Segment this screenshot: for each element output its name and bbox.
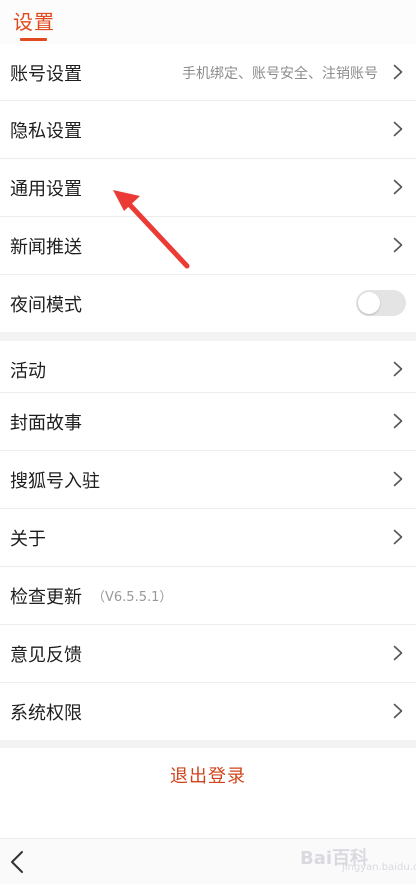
settings-item-label: 活动 (10, 360, 46, 382)
settings-item-general[interactable]: 通用设置 (0, 159, 416, 216)
settings-item-label: 隐私设置 (10, 120, 82, 142)
settings-item-label: 新闻推送 (10, 236, 82, 258)
settings-item-label: 意见反馈 (10, 644, 82, 666)
version-label: （V6.5.5.1） (92, 590, 173, 605)
chevron-right-icon (393, 64, 403, 80)
settings-item-sohu-account[interactable]: 搜狐号入驻 (0, 451, 416, 508)
section-separator (0, 332, 416, 341)
settings-item-label: 通用设置 (10, 178, 82, 200)
settings-item-label: 搜狐号入驻 (10, 470, 100, 492)
baidu-watermark: Bai百科 jingyan.baidu.com (300, 838, 416, 878)
chevron-right-icon (393, 121, 403, 137)
chevron-right-icon (393, 471, 403, 487)
settings-item-about[interactable]: 关于 (0, 509, 416, 566)
back-arrow-icon[interactable] (9, 850, 25, 874)
settings-item-label: 账号设置 (10, 63, 82, 85)
settings-item-night-mode: 夜间模式 (0, 275, 416, 332)
chevron-right-icon (393, 413, 403, 429)
settings-item-label: 关于 (10, 528, 46, 550)
settings-item-label: 封面故事 (10, 412, 82, 434)
settings-item-feedback[interactable]: 意见反馈 (0, 625, 416, 682)
chevron-right-icon (393, 237, 403, 253)
chevron-right-icon (393, 645, 403, 661)
header: 设置 (0, 0, 416, 44)
watermark-url: jingyan.baidu.com (342, 862, 416, 873)
night-mode-toggle[interactable] (356, 290, 406, 316)
tab-settings[interactable]: 设置 (13, 6, 55, 35)
settings-item-label: 系统权限 (10, 702, 82, 724)
settings-item-activity[interactable]: 活动 (0, 341, 416, 398)
chevron-right-icon (393, 529, 403, 545)
tab-indicator (20, 38, 47, 41)
logout-label: 退出登录 (170, 766, 246, 787)
chevron-right-icon (393, 179, 403, 195)
settings-item-description: 手机绑定、账号安全、注销账号 (182, 65, 378, 82)
settings-item-news-push[interactable]: 新闻推送 (0, 217, 416, 274)
toggle-knob (358, 292, 380, 314)
settings-item-label: 夜间模式 (10, 294, 82, 316)
chevron-right-icon (393, 703, 403, 719)
settings-item-check-update[interactable]: 检查更新 （V6.5.5.1） (0, 567, 416, 624)
settings-item-label: 检查更新 (10, 586, 82, 608)
settings-item-privacy[interactable]: 隐私设置 (0, 101, 416, 158)
settings-item-account[interactable]: 账号设置 手机绑定、账号安全、注销账号 (0, 44, 416, 101)
chevron-right-icon (393, 361, 403, 377)
settings-item-cover-story[interactable]: 封面故事 (0, 393, 416, 450)
settings-item-system-permissions[interactable]: 系统权限 (0, 683, 416, 740)
logout-button[interactable]: 退出登录 (0, 748, 416, 802)
